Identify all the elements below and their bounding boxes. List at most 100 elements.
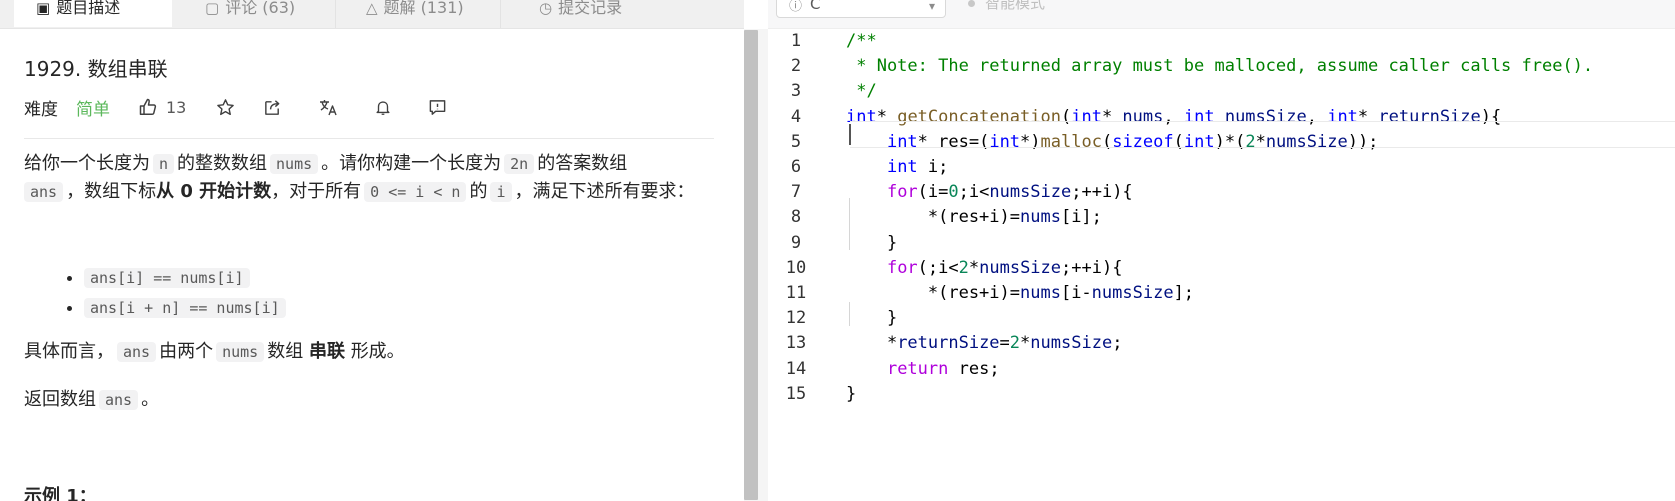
indent-guide: [849, 302, 850, 326]
desc-text: 的: [469, 181, 488, 202]
inline-code: ans: [117, 342, 157, 362]
inline-code: i: [490, 182, 512, 202]
tab-description-label: 题目描述: [56, 0, 121, 17]
code-line: * Note: The returned array must be mallo…: [846, 56, 1594, 77]
language-select[interactable]: ⓘ C ▾: [776, 0, 946, 18]
example-heading: 示例 1：: [24, 486, 97, 501]
inline-code: 0 <= i < n: [364, 182, 467, 202]
desc-bold: 串联: [308, 341, 345, 362]
language-value: C: [810, 0, 821, 13]
desc-text: ，对于所有: [271, 181, 362, 202]
line-number-gutter: 1 2 3 4 5 6 7 8 9 10 11 12 13 14 15: [768, 29, 824, 501]
tab-divider: [500, 0, 501, 28]
line-number: 4: [790, 106, 802, 127]
code-line: /**: [846, 31, 877, 51]
desc-text: ，数组下标: [66, 181, 157, 202]
tab-divider: [335, 0, 336, 28]
chevron-down-icon: ▾: [928, 0, 935, 13]
line-number: 10: [785, 257, 807, 278]
smart-mode-toggle[interactable]: 智能模式: [968, 0, 1045, 16]
editor-toolbar: ⓘ C ▾ 智能模式: [768, 0, 1675, 29]
line-number: 2: [790, 56, 802, 77]
info-icon: ⓘ: [789, 0, 803, 14]
inline-code: ans: [24, 182, 64, 202]
desc-text: 。请你构建一个长度为: [321, 153, 502, 174]
smart-mode-label: 智能模式: [985, 0, 1046, 12]
translate-button[interactable]: [318, 97, 338, 117]
code-line: }: [846, 232, 898, 253]
line-number: 7: [790, 182, 802, 203]
active-line-highlight: [850, 121, 1675, 148]
list-item: ans[i] == nums[i]: [84, 263, 289, 293]
line-number: 13: [785, 333, 807, 354]
line-number: 3: [790, 81, 802, 102]
line-number: 5: [790, 131, 802, 152]
code-line: *(res+i)=nums[i-numsSize];: [846, 283, 1195, 303]
desc-text: 返回数组: [24, 389, 96, 410]
scrollbar[interactable]: [744, 30, 758, 500]
desc-text: ，满足下述所有要求：: [514, 181, 695, 202]
list-item: ans[i + n] == nums[i]: [84, 293, 289, 323]
problem-description: 给你一个长度为 n 的整数数组 nums 。请你构建一个长度为 2n 的答案数组 ans ，数组…: [24, 150, 714, 206]
difficulty-label: 难度: [24, 99, 58, 120]
inline-code: 2n: [504, 154, 535, 174]
tab-submissions-label: 提交记录: [558, 0, 623, 17]
desc-text: 的答案数组: [537, 153, 628, 174]
tab-comments-label: 评论 (63): [225, 0, 296, 17]
line-number: 8: [790, 207, 802, 228]
code-line: *(res+i)=nums[i];: [846, 207, 1102, 228]
line-number: 6: [790, 157, 802, 177]
line-number: 14: [785, 358, 807, 379]
tab-solutions-label: 题解 (131): [383, 0, 464, 17]
line-number: 11: [785, 283, 807, 303]
desc-text: 具体而言，: [24, 341, 114, 362]
problem-panel: 1929. 数组串联 难度 简单 13 给你一个长度为 n 的整数数组 nums 。请你…: [0, 29, 730, 501]
feedback-button[interactable]: [428, 98, 447, 117]
translate-icon: [320, 100, 338, 116]
star-icon: [217, 98, 235, 115]
code-line: return res;: [886, 358, 1000, 379]
code-line: }: [846, 308, 898, 329]
code-line: for(i=0;i<numsSize;++i){: [886, 182, 1133, 203]
feedback-icon: [430, 99, 446, 115]
inline-code: nums: [270, 154, 319, 174]
indent-guide: [849, 198, 850, 250]
favorite-button[interactable]: [216, 98, 235, 117]
inline-code: n: [153, 154, 175, 174]
code-line: for(;i<2*numsSize;++i){: [886, 257, 1123, 278]
desc-text: 由两个: [159, 341, 214, 362]
clock-icon: ◷: [539, 0, 553, 17]
flask-icon: △: [366, 0, 378, 17]
inline-code: ans[i + n] == nums[i]: [84, 298, 286, 318]
problem-description-2: 具体而言， ans 由两个 nums 数组 串联 形成。: [24, 338, 714, 366]
tab-description[interactable]: ▣ 题目描述: [14, 0, 172, 27]
inline-code: ans[i] == nums[i]: [84, 268, 250, 288]
like-button[interactable]: 13: [138, 97, 186, 117]
code-line: *returnSize=2*numsSize;: [846, 333, 1123, 354]
bell-icon: [376, 100, 390, 115]
line-number: 1: [790, 31, 802, 51]
code-line: */: [846, 81, 877, 102]
inline-code: nums: [216, 342, 265, 362]
desc-text: 数组: [267, 341, 304, 362]
desc-bold: 从 0 开始计数: [156, 181, 272, 202]
notify-button[interactable]: [374, 98, 392, 117]
problem-meta-bar: 难度 简单 13: [24, 95, 447, 120]
share-icon: [265, 99, 280, 115]
code-editor[interactable]: 1 2 3 4 5 6 7 8 9 10 11 12 13 14 15 /** * Note: The re…: [768, 29, 1675, 501]
code-area[interactable]: /** * Note: The returned array must be m…: [846, 29, 1675, 501]
share-button[interactable]: [263, 98, 282, 117]
tab-submissions[interactable]: ◷ 提交记录: [539, 0, 622, 27]
problem-description-3: 返回数组 ans。: [24, 386, 714, 414]
divider: [24, 138, 714, 139]
inline-code: ans: [99, 390, 139, 410]
problem-title: 1929. 数组串联: [24, 57, 168, 81]
tab-solutions[interactable]: △ 题解 (131): [366, 0, 464, 27]
line-number: 9: [790, 232, 802, 253]
requirements-list: ans[i] == nums[i] ans[i + n] == nums[i]: [58, 263, 289, 323]
tab-comments[interactable]: ▢ 评论 (63): [205, 0, 295, 27]
desc-text: 。: [141, 389, 160, 410]
desc-text: 给你一个长度为: [24, 153, 150, 174]
line-number: 15: [785, 383, 807, 404]
thumbs-up-icon: [139, 98, 157, 115]
